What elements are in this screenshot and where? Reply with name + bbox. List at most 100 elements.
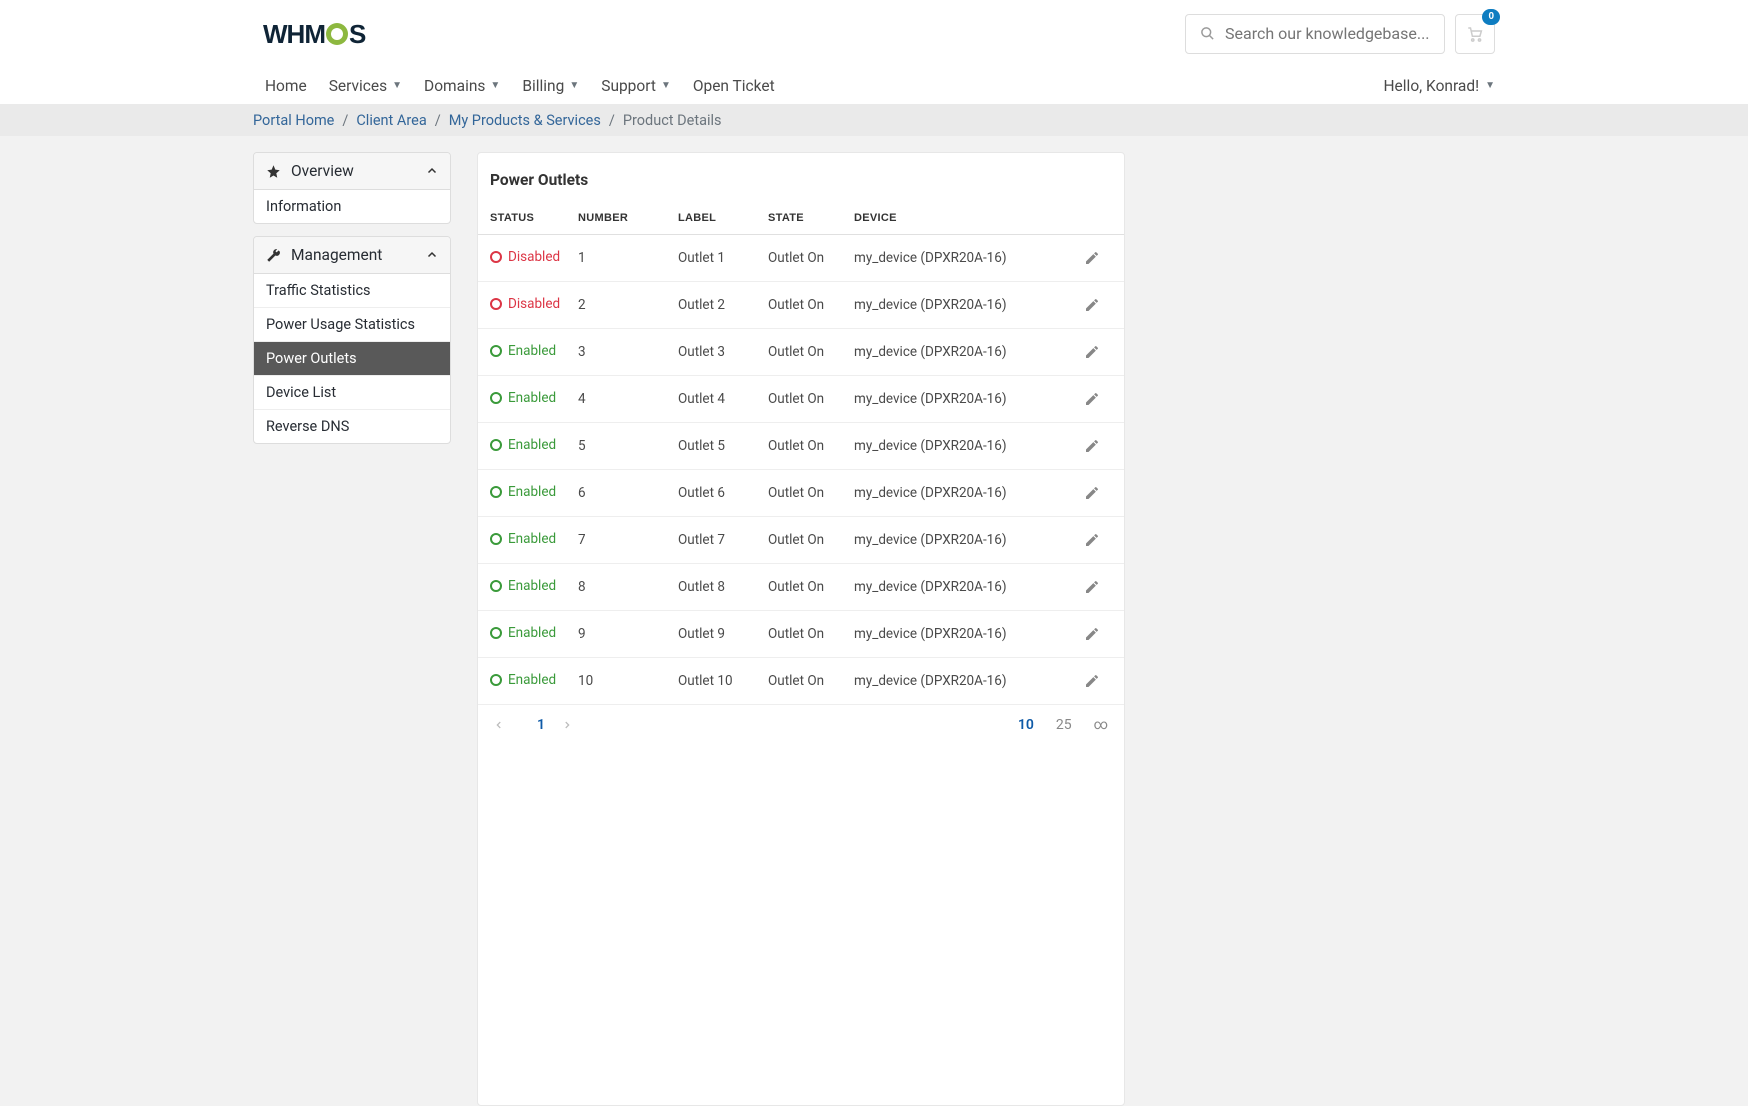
sidebar-item-device-list[interactable]: Device List — [254, 375, 450, 409]
nav-label: Home — [265, 77, 307, 95]
status-badge: Disabled — [490, 249, 560, 265]
sidebar-item-traffic-statistics[interactable]: Traffic Statistics — [254, 274, 450, 307]
overview-title: Overview — [291, 162, 354, 180]
breadcrumb-link[interactable]: Client Area — [356, 112, 426, 129]
logo[interactable]: WHMS — [263, 21, 365, 47]
table-row: Disabled1Outlet 1Outlet Onmy_device (DPX… — [478, 235, 1124, 282]
nav-services[interactable]: Services ▼ — [329, 77, 402, 95]
greeting-text: Hello, Konrad! — [1384, 77, 1480, 95]
cell-number: 2 — [578, 282, 678, 329]
table-row: Enabled7Outlet 7Outlet Onmy_device (DPXR… — [478, 517, 1124, 564]
overview-header[interactable]: Overview — [254, 153, 450, 190]
edit-button[interactable] — [1084, 658, 1124, 705]
outlets-table: STATUSNUMBERLABELSTATEDEVICE Disabled1Ou… — [478, 203, 1124, 705]
status-ring-icon — [490, 533, 502, 545]
management-header[interactable]: Management — [254, 237, 450, 274]
status-badge: Enabled — [490, 672, 556, 688]
col-actions — [1084, 203, 1124, 235]
sidebar-item-power-outlets[interactable]: Power Outlets — [254, 341, 450, 375]
page-size-25[interactable]: 25 — [1056, 717, 1072, 733]
main-card: Power Outlets STATUSNUMBERLABELSTATEDEVI… — [477, 152, 1125, 1106]
cell-label: Outlet 4 — [678, 376, 768, 423]
status-badge: Enabled — [490, 343, 556, 359]
nav-open-ticket[interactable]: Open Ticket — [693, 77, 775, 95]
breadcrumb-link[interactable]: My Products & Services — [449, 112, 601, 129]
breadcrumb-link[interactable]: Portal Home — [253, 112, 334, 129]
cart-badge: 0 — [1482, 9, 1500, 25]
user-menu[interactable]: Hello, Konrad! ▼ — [1384, 77, 1496, 95]
cell-label: Outlet 8 — [678, 564, 768, 611]
nav-label: Domains — [424, 77, 485, 95]
prev-page[interactable] — [494, 720, 520, 730]
cell-device: my_device (DPXR20A-16) — [854, 470, 1084, 517]
star-icon — [266, 164, 282, 179]
nav-billing[interactable]: Billing▼ — [522, 77, 579, 95]
page-title: Power Outlets — [478, 153, 1124, 203]
cell-device: my_device (DPXR20A-16) — [854, 329, 1084, 376]
cell-state: Outlet On — [768, 658, 854, 705]
nav-domains[interactable]: Domains ▼ — [424, 77, 500, 95]
breadcrumb: Portal Home/Client Area/My Products & Se… — [0, 104, 1748, 136]
table-row: Enabled5Outlet 5Outlet Onmy_device (DPXR… — [478, 423, 1124, 470]
page-number[interactable]: 1 — [528, 717, 554, 733]
col-status[interactable]: STATUS — [478, 203, 578, 235]
col-state[interactable]: STATE — [768, 203, 854, 235]
edit-button[interactable] — [1084, 611, 1124, 658]
edit-button[interactable] — [1084, 517, 1124, 564]
cell-state: Outlet On — [768, 376, 854, 423]
breadcrumb-current: Product Details — [623, 112, 722, 129]
edit-button[interactable] — [1084, 376, 1124, 423]
chevron-down-icon: ▼ — [392, 80, 402, 91]
nav-support[interactable]: Support ▼ — [601, 77, 671, 95]
sidebar-item-reverse-dns[interactable]: Reverse DNS — [254, 409, 450, 443]
table-row: Enabled4Outlet 4Outlet Onmy_device (DPXR… — [478, 376, 1124, 423]
cell-label: Outlet 10 — [678, 658, 768, 705]
edit-button[interactable] — [1084, 423, 1124, 470]
col-label[interactable]: LABEL — [678, 203, 768, 235]
edit-button[interactable] — [1084, 470, 1124, 517]
status-ring-icon — [490, 486, 502, 498]
status-ring-icon — [490, 345, 502, 357]
nav-label: Services — [329, 77, 387, 95]
cell-number: 3 — [578, 329, 678, 376]
table-row: Disabled2Outlet 2Outlet Onmy_device (DPX… — [478, 282, 1124, 329]
cell-state: Outlet On — [768, 329, 854, 376]
next-page[interactable] — [562, 720, 588, 730]
sidebar-item-power-usage-statistics[interactable]: Power Usage Statistics — [254, 307, 450, 341]
page-size-10[interactable]: 10 — [1018, 717, 1034, 733]
chevron-down-icon: ▼ — [569, 80, 579, 91]
page-size-∞[interactable]: ∞ — [1094, 717, 1108, 733]
nav-home[interactable]: Home — [265, 77, 307, 95]
search-icon — [1200, 26, 1215, 41]
table-row: Enabled9Outlet 9Outlet Onmy_device (DPXR… — [478, 611, 1124, 658]
chevron-down-icon: ▼ — [661, 80, 671, 91]
edit-button[interactable] — [1084, 235, 1124, 282]
overview-panel: Overview Information — [253, 152, 451, 224]
cell-device: my_device (DPXR20A-16) — [854, 517, 1084, 564]
cell-number: 4 — [578, 376, 678, 423]
edit-button[interactable] — [1084, 329, 1124, 376]
cell-device: my_device (DPXR20A-16) — [854, 376, 1084, 423]
sidebar-item-information[interactable]: Information — [254, 190, 450, 223]
status-ring-icon — [490, 298, 502, 310]
cell-state: Outlet On — [768, 564, 854, 611]
edit-button[interactable] — [1084, 282, 1124, 329]
chevron-down-icon: ▼ — [490, 80, 500, 91]
status-ring-icon — [490, 392, 502, 404]
cart-button[interactable]: 0 — [1455, 14, 1495, 54]
wrench-icon — [266, 248, 282, 263]
nav-label: Support — [601, 77, 656, 95]
col-number[interactable]: NUMBER — [578, 203, 678, 235]
cell-device: my_device (DPXR20A-16) — [854, 658, 1084, 705]
table-row: Enabled10Outlet 10Outlet Onmy_device (DP… — [478, 658, 1124, 705]
table-row: Enabled6Outlet 6Outlet Onmy_device (DPXR… — [478, 470, 1124, 517]
cell-device: my_device (DPXR20A-16) — [854, 282, 1084, 329]
cell-label: Outlet 2 — [678, 282, 768, 329]
chevron-up-icon — [426, 165, 438, 177]
management-panel: Management Traffic StatisticsPower Usage… — [253, 236, 451, 444]
col-device[interactable]: DEVICE — [854, 203, 1084, 235]
search-input[interactable] — [1225, 24, 1430, 43]
edit-button[interactable] — [1084, 564, 1124, 611]
cell-label: Outlet 1 — [678, 235, 768, 282]
pagination: 1 10 25 ∞ — [478, 705, 1124, 749]
